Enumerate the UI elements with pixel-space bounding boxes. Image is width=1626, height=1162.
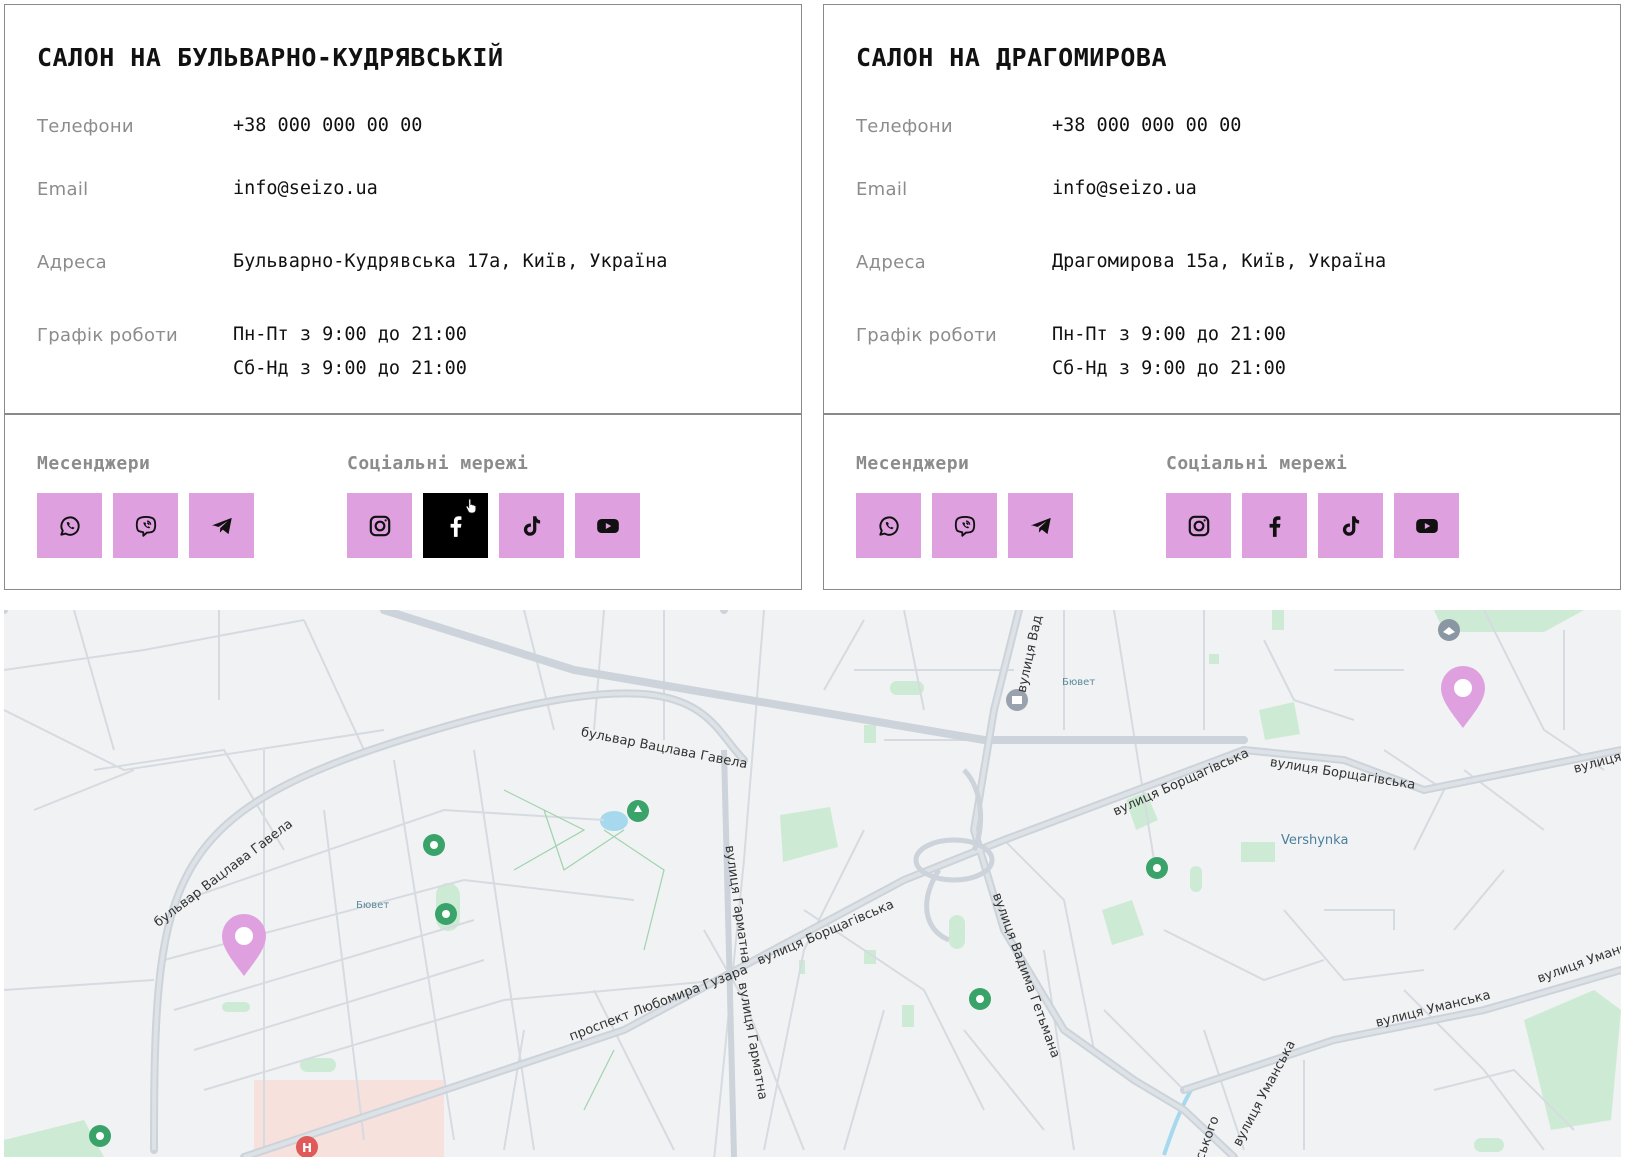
address-label: Адреса — [856, 252, 926, 273]
phone-value[interactable]: +38 000 000 00 00 — [233, 109, 422, 143]
tiktok-icon — [523, 515, 540, 536]
telegram-button[interactable] — [1008, 493, 1073, 558]
hours-weekend: Сб-Нд з 9:00 до 21:00 — [1052, 358, 1286, 379]
youtube-icon — [1415, 518, 1438, 533]
youtube-button[interactable] — [1394, 493, 1459, 558]
instagram-button[interactable] — [347, 493, 412, 558]
instagram-button[interactable] — [1166, 493, 1231, 558]
facebook-icon — [1269, 515, 1280, 537]
card-divider — [824, 413, 1620, 415]
viber-icon — [954, 515, 975, 537]
email-value[interactable]: info@seizo.ua — [233, 172, 378, 206]
place-label: Бювет — [356, 900, 390, 911]
place-label: Бювет — [1062, 677, 1096, 688]
facebook-icon — [450, 515, 461, 537]
messengers-icons — [856, 493, 1073, 558]
social-label: Соціальні мережі — [1166, 453, 1348, 474]
social-icons — [1166, 493, 1459, 558]
email-label: Email — [37, 179, 89, 200]
viber-button[interactable] — [113, 493, 178, 558]
telegram-button[interactable] — [189, 493, 254, 558]
svg-text:H: H — [302, 1141, 312, 1155]
whatsapp-button[interactable] — [856, 493, 921, 558]
hours-weekdays: Пн-Пт з 9:00 до 21:00 — [233, 324, 467, 345]
youtube-button[interactable] — [575, 493, 640, 558]
salon-card-kudriavska: САЛОН НА БУЛЬВАРНО-КУДРЯВСЬКІЙ Телефони … — [4, 4, 802, 590]
facebook-button[interactable] — [423, 493, 488, 558]
map-roads: H — [4, 610, 1621, 1157]
whatsapp-icon — [59, 515, 80, 536]
whatsapp-button[interactable] — [37, 493, 102, 558]
tiktok-button[interactable] — [1318, 493, 1383, 558]
address-value: Бульварно-Кудрявська 17а, Київ, Україна — [233, 251, 668, 272]
hours-value: Пн-Пт з 9:00 до 21:00 Сб-Нд з 9:00 до 21… — [1052, 318, 1286, 386]
salon-card-drahomyrova: САЛОН НА ДРАГОМИРОВА Телефони +38 000 00… — [823, 4, 1621, 590]
viber-button[interactable] — [932, 493, 997, 558]
hours-weekdays: Пн-Пт з 9:00 до 21:00 — [1052, 324, 1286, 345]
whatsapp-icon — [878, 515, 899, 536]
hours-weekend: Сб-Нд з 9:00 до 21:00 — [233, 358, 467, 379]
address-label: Адреса — [37, 252, 107, 273]
tiktok-icon — [1342, 515, 1359, 536]
address-value: Драгомирова 15а, Київ, Україна — [1052, 251, 1387, 272]
instagram-icon — [369, 515, 390, 536]
social-icons — [347, 493, 640, 558]
messengers-label: Месенджери — [856, 453, 970, 474]
facebook-button[interactable] — [1242, 493, 1307, 558]
hand-cursor-icon — [465, 498, 477, 514]
instagram-icon — [1188, 515, 1209, 536]
phone-value[interactable]: +38 000 000 00 00 — [1052, 109, 1241, 143]
hours-value: Пн-Пт з 9:00 до 21:00 Сб-Нд з 9:00 до 21… — [233, 318, 467, 386]
email-value[interactable]: info@seizo.ua — [1052, 172, 1197, 206]
youtube-icon — [596, 518, 619, 533]
map-pin-kudriavska[interactable] — [220, 912, 268, 978]
map-pin-drahomyrova[interactable] — [1439, 664, 1487, 730]
viber-icon — [135, 515, 156, 537]
messengers-label: Месенджери — [37, 453, 151, 474]
place-label: Vershynka — [1281, 833, 1349, 848]
social-label: Соціальні мережі — [347, 453, 529, 474]
salon-title: САЛОН НА ДРАГОМИРОВА — [856, 43, 1168, 72]
tiktok-button[interactable] — [499, 493, 564, 558]
telegram-icon — [1030, 517, 1051, 534]
telegram-icon — [211, 517, 232, 534]
phone-label: Телефони — [856, 116, 953, 137]
email-label: Email — [856, 179, 908, 200]
hours-label: Графік роботи — [37, 325, 179, 346]
card-divider — [5, 413, 801, 415]
phone-label: Телефони — [37, 116, 134, 137]
salon-title: САЛОН НА БУЛЬВАРНО-КУДРЯВСЬКІЙ — [37, 43, 504, 72]
messengers-icons — [37, 493, 254, 558]
hours-label: Графік роботи — [856, 325, 998, 346]
map[interactable]: H бульвар Вацлава Гавела бульвар Вацлава… — [4, 610, 1621, 1157]
